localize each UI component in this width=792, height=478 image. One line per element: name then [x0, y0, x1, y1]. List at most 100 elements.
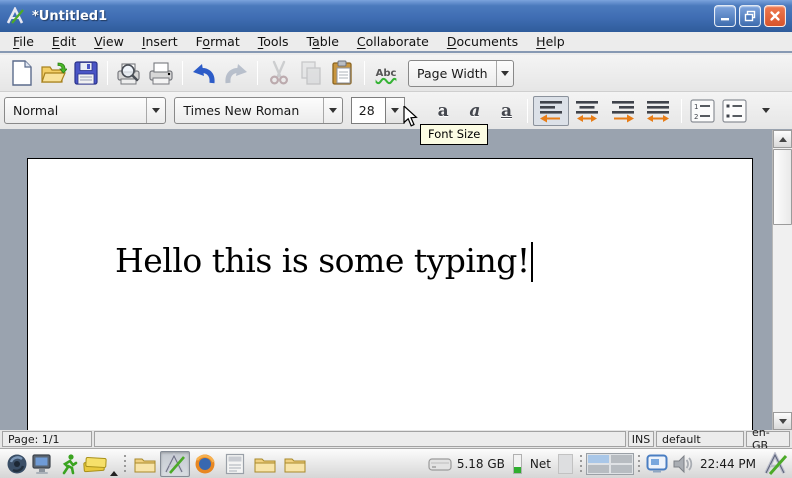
document-text-line: Hello this is some typing! — [115, 241, 533, 282]
cut-button[interactable] — [263, 58, 295, 88]
mail-stack-icon[interactable] — [82, 451, 108, 477]
document-page[interactable]: Hello this is some typing! — [27, 158, 753, 430]
zoom-value: Page Width — [409, 66, 496, 81]
spellcheck-button[interactable]: Abc — [370, 58, 402, 88]
folder-icon — [254, 455, 276, 473]
pager-grip-left — [579, 455, 583, 473]
save-button[interactable] — [70, 58, 102, 88]
style-combo[interactable]: Normal — [4, 97, 166, 124]
undo-button[interactable] — [188, 58, 220, 88]
workspace-pager[interactable] — [586, 453, 634, 475]
menu-table[interactable]: Table — [298, 32, 348, 51]
firefox-icon — [194, 453, 216, 475]
bold-button[interactable]: a — [427, 96, 459, 126]
folder-icon — [284, 455, 306, 473]
print-button[interactable] — [145, 58, 177, 88]
font-combo[interactable]: Times New Roman — [174, 97, 342, 124]
folder-icon — [134, 455, 156, 473]
speaker-icon[interactable] — [670, 451, 696, 477]
tray-plugin-box[interactable] — [558, 454, 573, 474]
taskbar-window-folder-1[interactable] — [130, 451, 160, 477]
vertical-scrollbar[interactable] — [772, 130, 792, 430]
menu-help[interactable]: Help — [527, 32, 574, 51]
chevron-down-icon — [391, 108, 399, 113]
menu-tools[interactable]: Tools — [249, 32, 298, 51]
menu-insert[interactable]: Insert — [133, 32, 187, 51]
clock-label: 22:44 PM — [700, 457, 756, 471]
taskbar-window-folder-2[interactable] — [250, 451, 280, 477]
align-center-icon — [574, 99, 600, 123]
numbered-list-icon: 1 2 — [690, 99, 715, 123]
italic-button[interactable]: a — [459, 96, 491, 126]
panel-grip[interactable] — [123, 455, 127, 473]
align-justify-button[interactable] — [640, 96, 676, 126]
run-icon[interactable] — [56, 451, 82, 477]
chevron-down-icon — [329, 108, 337, 113]
taskbar-window-document[interactable] — [220, 451, 250, 477]
zoom-combo-arrow[interactable] — [496, 61, 513, 86]
align-left-icon — [538, 99, 564, 123]
style-combo-arrow[interactable] — [146, 98, 165, 123]
print-preview-button[interactable] — [113, 58, 145, 88]
abiword-tray-logo-icon[interactable] — [762, 451, 788, 477]
menu-file[interactable]: File — [4, 32, 43, 51]
taskbar-window-abiword[interactable] — [160, 451, 190, 477]
align-right-button[interactable] — [605, 96, 641, 126]
disk-icon[interactable] — [427, 451, 453, 477]
style-indicator-label: default — [662, 433, 701, 446]
page-indicator-label: Page: 1/1 — [8, 433, 60, 446]
display-settings-icon[interactable] — [644, 451, 670, 477]
triangle-up-icon — [779, 137, 787, 142]
abiword-icon — [163, 453, 187, 475]
net-indicator[interactable] — [513, 454, 522, 474]
panel-collapse-arrow[interactable] — [110, 457, 118, 471]
underline-icon: a — [501, 101, 512, 121]
open-icon — [41, 61, 67, 85]
new-document-button[interactable] — [6, 58, 38, 88]
paste-button[interactable] — [327, 58, 359, 88]
align-center-button[interactable] — [569, 96, 605, 126]
taskbar-window-firefox[interactable] — [190, 451, 220, 477]
svg-text:1: 1 — [694, 103, 698, 111]
bullet-list-button[interactable] — [719, 96, 751, 126]
status-bar: Page: 1/1 INS default en-GB — [0, 430, 792, 448]
underline-button[interactable]: a — [491, 96, 523, 126]
font-size-input[interactable]: 28 — [351, 97, 387, 124]
toolbar-overflow-button[interactable] — [750, 96, 782, 126]
numbered-list-button[interactable]: 1 2 — [687, 96, 719, 126]
align-left-button[interactable] — [533, 96, 569, 126]
redo-button[interactable] — [220, 58, 252, 88]
close-button[interactable] — [764, 5, 786, 27]
document-area[interactable]: Hello this is some typing! — [0, 130, 792, 430]
copy-button[interactable] — [295, 58, 327, 88]
minimize-button[interactable] — [714, 5, 736, 27]
font-combo-arrow[interactable] — [323, 98, 342, 123]
computer-icon[interactable] — [30, 451, 56, 477]
toolbar-separator — [182, 61, 183, 85]
close-icon — [769, 10, 781, 22]
zoom-combo[interactable]: Page Width — [408, 60, 514, 87]
menu-view[interactable]: View — [85, 32, 133, 51]
open-button[interactable] — [38, 58, 70, 88]
menu-collaborate[interactable]: Collaborate — [348, 32, 438, 51]
menu-documents[interactable]: Documents — [438, 32, 527, 51]
maximize-button[interactable] — [739, 5, 761, 27]
save-icon — [74, 61, 98, 85]
undo-icon — [190, 60, 218, 86]
menu-format[interactable]: Format — [187, 32, 249, 51]
minimize-icon — [719, 10, 731, 22]
workspace-4[interactable] — [610, 464, 633, 474]
insert-mode-indicator[interactable]: INS — [628, 431, 654, 447]
workspace-1[interactable] — [587, 454, 610, 464]
status-message-area — [94, 431, 626, 447]
abiword-logo-icon — [6, 7, 26, 25]
scrollbar-thumb[interactable] — [773, 149, 792, 225]
workspace-3[interactable] — [587, 464, 610, 474]
app-circle-icon[interactable] — [4, 451, 30, 477]
menu-edit[interactable]: Edit — [43, 32, 85, 51]
workspace-2[interactable] — [610, 454, 633, 464]
scroll-up-button[interactable] — [773, 130, 792, 148]
language-indicator[interactable]: en-GB — [746, 431, 790, 447]
taskbar-window-folder-3[interactable] — [280, 451, 310, 477]
titlebar: *Untitled1 — [0, 0, 792, 32]
